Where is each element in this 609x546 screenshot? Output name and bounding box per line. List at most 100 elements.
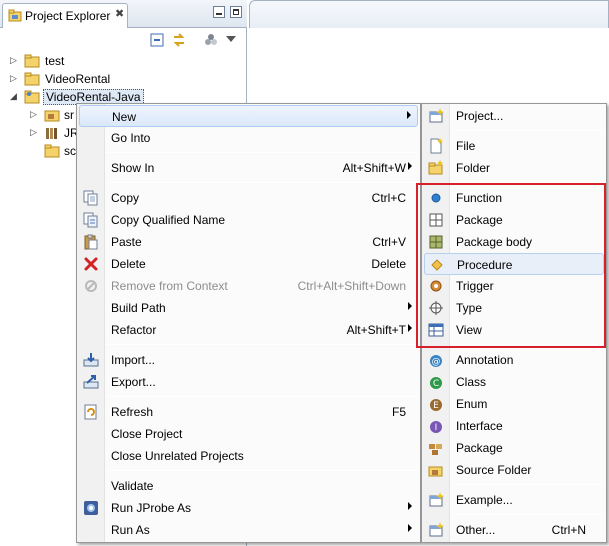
menu-item-shortcut: F5 — [391, 405, 406, 419]
menu-item-validate[interactable]: Validate — [79, 475, 418, 497]
menu-item-project[interactable]: Project... — [424, 105, 604, 127]
menu-item-remove-from-context: Remove from Context Ctrl+Alt+Shift+Down — [79, 275, 418, 297]
menu-item-label: Package — [456, 441, 503, 455]
menu-item-label: Export... — [111, 375, 156, 389]
menu-item-label: Interface — [456, 419, 503, 433]
menu-item-label: Folder — [456, 161, 491, 175]
menu-separator — [107, 396, 418, 397]
menu-item-label: Enum — [456, 397, 488, 411]
context-menu: New Go Into Show In Alt+Shift+W Copy Ctr… — [76, 103, 421, 543]
folder-icon — [44, 144, 60, 158]
menu-item-export[interactable]: Export... — [79, 371, 418, 393]
explorer-tab-bar: Project Explorer ✖ — [0, 0, 247, 28]
menu-item-label: Run JProbe As — [111, 501, 192, 515]
import-icon — [83, 353, 99, 367]
view-menu-icon[interactable] — [226, 36, 236, 42]
example-icon — [429, 492, 444, 507]
menu-separator — [107, 182, 418, 183]
link-with-editor-icon[interactable] — [172, 33, 186, 47]
annotation-icon: @ — [430, 355, 442, 367]
menu-item-example[interactable]: Example... — [424, 489, 604, 511]
menu-item-close-project[interactable]: Close Project — [79, 423, 418, 445]
menu-item-label: Close Project — [111, 427, 183, 441]
menu-item-import[interactable]: Import... — [79, 349, 418, 371]
menu-item-build-path[interactable]: Build Path — [79, 297, 418, 319]
menu-item-enum[interactable]: E Enum — [424, 393, 604, 415]
menu-separator — [107, 470, 418, 471]
expand-icon[interactable]: ▷ — [10, 73, 17, 84]
menu-item-new[interactable]: New — [79, 105, 418, 127]
menu-item-shortcut: Ctrl+Alt+Shift+Down — [297, 279, 406, 293]
jprobe-icon — [84, 501, 98, 515]
enum-icon: E — [430, 399, 442, 411]
new-project-icon — [429, 108, 444, 123]
menu-item-shortcut: Ctrl+C — [371, 191, 406, 205]
menu-item-label: Class — [456, 375, 487, 389]
menu-separator — [452, 484, 604, 485]
tree-item-label: VideoRental — [45, 72, 111, 86]
explorer-toolbar — [0, 28, 247, 52]
menu-item-run-jprobe-as[interactable]: Run JProbe As — [79, 497, 418, 519]
menu-item-label: Go Into — [111, 131, 151, 145]
highlight-box — [416, 183, 606, 348]
expand-icon[interactable]: ▷ — [10, 55, 17, 66]
menu-item-source-folder[interactable]: Source Folder — [424, 459, 604, 481]
menu-item-run-as[interactable]: Run As — [79, 519, 418, 541]
new-file-icon — [430, 138, 443, 154]
menu-item-annotation[interactable]: @ Annotation — [424, 349, 604, 371]
tree-item-label: test — [45, 54, 65, 68]
menu-item-delete[interactable]: Delete Delete — [79, 253, 418, 275]
menu-item-file[interactable]: File — [424, 135, 604, 157]
menu-item-go-into[interactable]: Go Into — [79, 127, 418, 149]
library-icon — [46, 128, 57, 139]
menu-item-label: Project... — [456, 109, 504, 123]
menu-item-folder[interactable]: Folder — [424, 157, 604, 179]
filter-icon[interactable] — [204, 33, 218, 47]
menu-item-label: Example... — [456, 493, 513, 507]
menu-item-refresh[interactable]: Refresh F5 — [79, 401, 418, 423]
menu-item-paste[interactable]: Paste Ctrl+V — [79, 231, 418, 253]
collapse-icon[interactable]: ◢ — [10, 91, 17, 102]
menu-item-label: File — [456, 139, 476, 153]
close-icon[interactable]: ✖ — [115, 7, 124, 20]
java-project-icon — [24, 90, 40, 104]
menu-item-label: Annotation — [456, 353, 514, 367]
menu-item-label: Run As — [111, 523, 150, 537]
project-explorer-tab[interactable]: Project Explorer ✖ — [2, 3, 128, 28]
tree-item-test[interactable]: ▷ test — [0, 52, 247, 70]
menu-item-label: Build Path — [111, 301, 166, 315]
export-icon — [83, 375, 99, 389]
menu-item-java-package[interactable]: Package — [424, 437, 604, 459]
tree-item-label: sr — [64, 108, 74, 122]
menu-item-refactor[interactable]: Refactor Alt+Shift+T — [79, 319, 418, 341]
menu-separator — [452, 130, 604, 131]
menu-separator — [107, 344, 418, 345]
menu-item-interface[interactable]: I Interface — [424, 415, 604, 437]
copy-qualified-name-icon — [83, 212, 98, 228]
expand-icon[interactable]: ▷ — [30, 109, 37, 120]
svg-text:I: I — [435, 423, 438, 433]
menu-item-shortcut: Ctrl+V — [372, 235, 406, 249]
project-explorer-title: Project Explorer — [25, 9, 111, 23]
menu-item-class[interactable]: C Class — [424, 371, 604, 393]
class-icon: C — [430, 377, 442, 389]
menu-item-copy-qualified-name[interactable]: Copy Qualified Name — [79, 209, 418, 231]
menu-item-copy[interactable]: Copy Ctrl+C — [79, 187, 418, 209]
menu-item-label: New — [112, 110, 137, 124]
svg-text:@: @ — [432, 357, 441, 367]
expand-icon[interactable]: ▷ — [30, 127, 37, 138]
source-folder-icon — [44, 110, 60, 122]
minimize-icon[interactable] — [213, 6, 225, 18]
menu-item-label: Source Folder — [456, 463, 532, 477]
tree-item-videorental[interactable]: ▷ VideoRental — [0, 70, 247, 88]
collapse-all-icon[interactable] — [150, 33, 164, 47]
menu-item-close-unrelated-projects[interactable]: Close Unrelated Projects — [79, 445, 418, 467]
menu-item-show-in[interactable]: Show In Alt+Shift+W — [79, 157, 418, 179]
interface-icon: I — [430, 421, 442, 433]
menu-item-other[interactable]: Other... Ctrl+N — [424, 519, 604, 541]
svg-text:E: E — [433, 401, 439, 411]
maximize-icon[interactable] — [230, 6, 242, 18]
editor-tab-bar — [249, 0, 609, 28]
submenu-arrow-icon — [408, 502, 412, 510]
source-folder-icon — [428, 466, 443, 477]
